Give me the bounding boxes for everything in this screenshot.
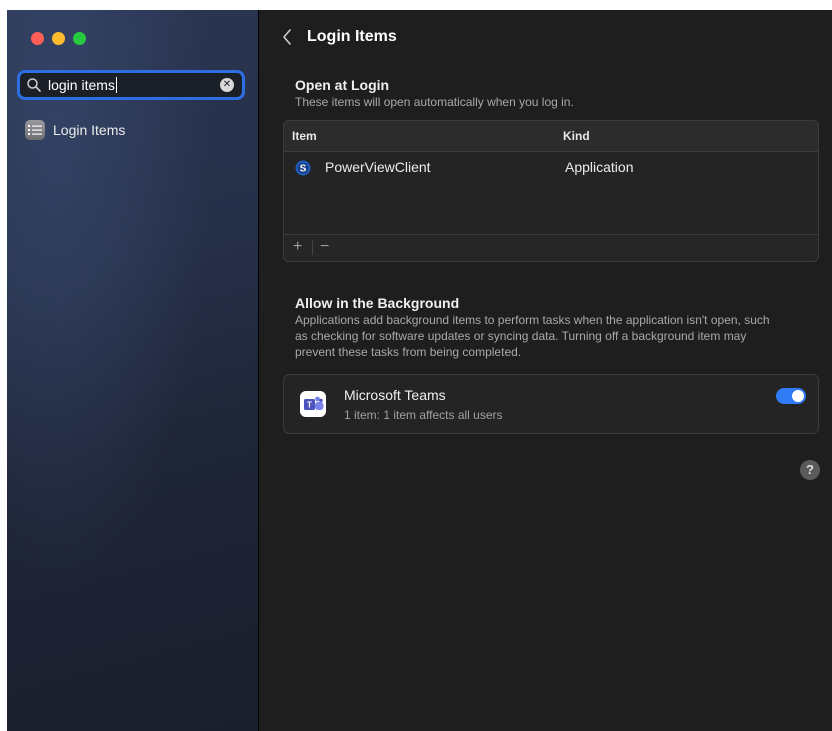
search-value: login items bbox=[48, 77, 115, 93]
clear-search-icon[interactable]: ✕ bbox=[220, 78, 234, 92]
main-pane: Login Items Open at Login These items wi… bbox=[259, 10, 832, 731]
column-header-kind[interactable]: Kind bbox=[563, 129, 590, 143]
toggle-knob bbox=[792, 390, 804, 402]
traffic-lights bbox=[31, 32, 86, 45]
microsoft-teams-icon: T bbox=[300, 391, 326, 417]
background-item-detail: 1 item: 1 item affects all users bbox=[344, 408, 503, 422]
list-icon bbox=[25, 120, 45, 140]
item-name: PowerViewClient bbox=[325, 159, 431, 175]
table-footer: + − bbox=[284, 234, 818, 261]
svg-text:T: T bbox=[307, 401, 312, 410]
item-kind: Application bbox=[565, 159, 634, 175]
remove-item-button[interactable]: − bbox=[320, 238, 329, 256]
login-items-table: Item Kind S PowerViewClient Application … bbox=[283, 120, 819, 262]
table-header: Item Kind bbox=[284, 121, 818, 152]
help-button[interactable]: ? bbox=[800, 460, 820, 480]
table-row[interactable]: S PowerViewClient Application bbox=[284, 152, 818, 184]
background-item-row: T Microsoft Teams 1 item: 1 item affects… bbox=[283, 374, 819, 434]
open-at-login-description: These items will open automatically when… bbox=[295, 95, 574, 109]
text-caret bbox=[115, 77, 117, 93]
svg-text:S: S bbox=[300, 164, 307, 175]
back-chevron-icon[interactable] bbox=[281, 28, 293, 46]
divider bbox=[312, 240, 313, 255]
close-window-button[interactable] bbox=[31, 32, 44, 45]
search-field[interactable]: login items ✕ bbox=[17, 70, 245, 100]
search-icon bbox=[27, 78, 41, 92]
sidebar: login items ✕ Login Items bbox=[7, 10, 259, 731]
search-input[interactable]: login items bbox=[48, 77, 117, 93]
page-title: Login Items bbox=[307, 28, 397, 45]
minimize-window-button[interactable] bbox=[52, 32, 65, 45]
background-description: Applications add background items to per… bbox=[295, 313, 770, 359]
sidebar-item-login-items[interactable]: Login Items bbox=[25, 120, 125, 140]
zoom-window-button[interactable] bbox=[73, 32, 86, 45]
sidebar-item-label: Login Items bbox=[53, 122, 126, 138]
header: Login Items bbox=[281, 28, 397, 46]
open-at-login-title: Open at Login bbox=[295, 77, 390, 93]
add-item-button[interactable]: + bbox=[293, 238, 302, 256]
background-item-name: Microsoft Teams bbox=[344, 387, 446, 403]
background-title: Allow in the Background bbox=[295, 295, 460, 311]
column-header-item[interactable]: Item bbox=[292, 129, 317, 143]
powerview-app-icon: S bbox=[295, 160, 311, 176]
settings-window: login items ✕ Login Items Login Items Op… bbox=[7, 10, 832, 731]
background-item-toggle[interactable] bbox=[776, 388, 806, 404]
